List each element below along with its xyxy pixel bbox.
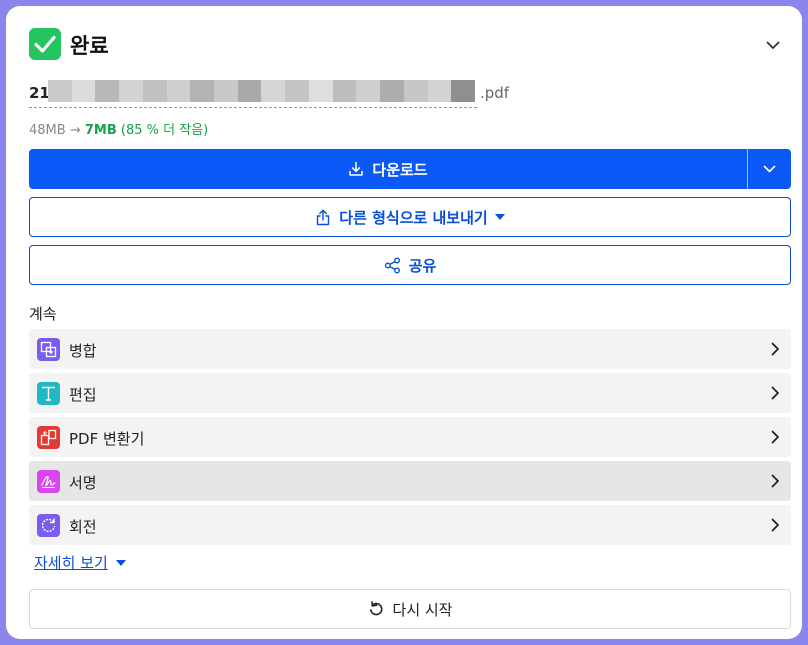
result-panel: 완료 21 .pdf 48MB → 7MB (85 % 더 작음) 다운로드 다… — [6, 6, 802, 639]
download-button-group: 다운로드 — [29, 149, 791, 189]
caret-down-icon — [115, 559, 126, 566]
tool-label: 편집 — [69, 386, 97, 404]
tool-label: PDF 변환기 — [69, 430, 145, 448]
show-more-link[interactable]: 자세히 보기 — [34, 552, 126, 573]
file-name-prefix: 21 — [29, 84, 50, 102]
download-label: 다운로드 — [372, 160, 428, 179]
chevron-right-icon — [767, 516, 783, 534]
page-title: 완료 — [70, 34, 109, 58]
chevron-down-icon — [766, 41, 780, 49]
text-edit-icon — [37, 382, 60, 405]
tool-item-sign[interactable]: 서명 — [29, 461, 791, 501]
arrow: → — [69, 123, 81, 138]
chevron-down-icon — [763, 165, 776, 173]
restart-icon — [368, 601, 384, 617]
reduction-percent: (85 % 더 작음) — [120, 123, 209, 138]
export-button[interactable]: 다른 형식으로 내보내기 — [29, 197, 791, 237]
show-more-label: 자세히 보기 — [34, 554, 108, 572]
caret-down-icon — [494, 214, 505, 220]
merge-icon — [37, 338, 60, 361]
export-label: 다른 형식으로 내보내기 — [339, 208, 488, 227]
chevron-right-icon — [767, 384, 783, 402]
restart-button[interactable]: 다시 시작 — [29, 589, 791, 629]
download-button[interactable]: 다운로드 — [29, 149, 747, 189]
share-button[interactable]: 공유 — [29, 245, 791, 285]
chevron-right-icon — [767, 340, 783, 358]
download-icon — [349, 161, 364, 176]
share-icon — [384, 257, 401, 274]
share-label: 공유 — [408, 256, 437, 275]
signature-icon — [37, 470, 60, 493]
export-icon — [315, 209, 331, 226]
tool-item-pdf-converter[interactable]: PDF 변환기 — [29, 417, 791, 457]
tool-item-merge[interactable]: 병합 — [29, 329, 791, 369]
size-summary: 48MB → 7MB (85 % 더 작음) — [29, 119, 208, 138]
tool-item-edit[interactable]: 편집 — [29, 373, 791, 413]
tool-label: 회전 — [69, 518, 97, 536]
compressed-size: 7MB — [84, 123, 117, 138]
continue-heading: 계속 — [29, 305, 57, 323]
file-name: 21 .pdf — [29, 80, 509, 108]
rotate-icon — [37, 514, 60, 537]
tool-item-rotate[interactable]: 회전 — [29, 505, 791, 545]
chevron-right-icon — [767, 428, 783, 446]
tool-label: 서명 — [69, 474, 97, 492]
collapse-button[interactable] — [762, 34, 784, 56]
header: 완료 — [29, 28, 784, 62]
file-name-underline — [29, 107, 477, 108]
file-extension: .pdf — [480, 84, 510, 102]
original-size: 48MB — [29, 123, 66, 138]
check-icon — [29, 28, 61, 60]
convert-icon — [37, 426, 60, 449]
redacted-file-name — [48, 80, 475, 102]
download-options-button[interactable] — [748, 149, 791, 189]
tool-label: 병합 — [69, 342, 97, 360]
chevron-right-icon — [767, 472, 783, 490]
restart-label: 다시 시작 — [392, 600, 453, 619]
